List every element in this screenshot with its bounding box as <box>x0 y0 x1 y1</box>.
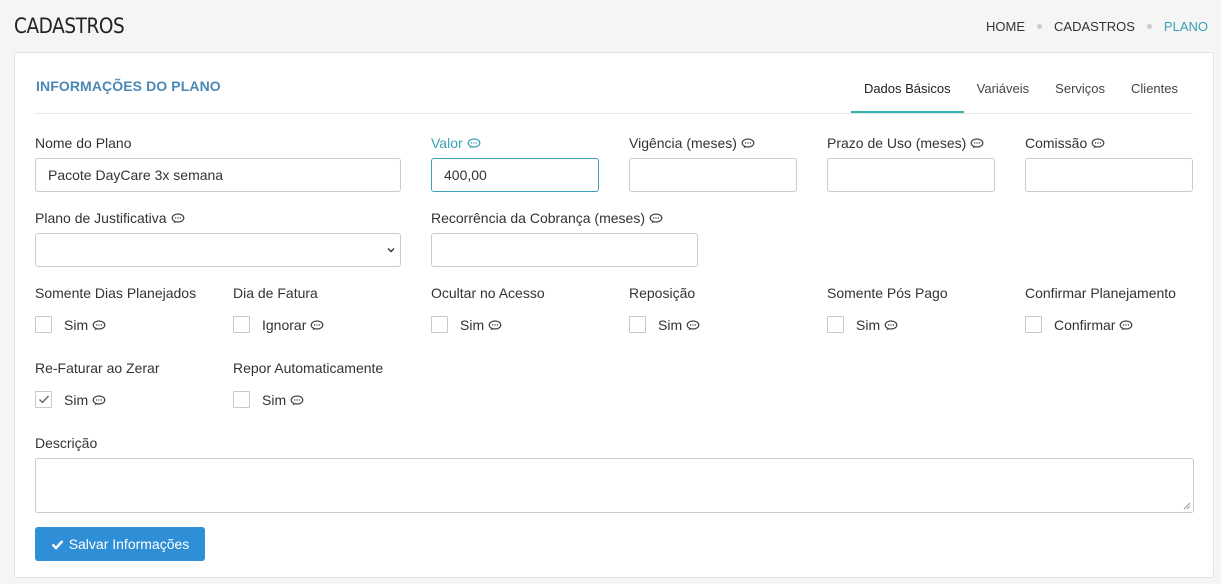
checkbox[interactable] <box>233 391 250 408</box>
checkgroup-label-text: Repor Automaticamente <box>233 360 384 376</box>
save-button[interactable]: Salvar Informações <box>35 527 205 561</box>
checkgroup-label: Somente Dias Planejados <box>35 285 196 301</box>
tab-servicos[interactable]: Serviços <box>1042 53 1118 114</box>
checkgroup-label: Reposição <box>629 285 695 301</box>
comment-icon[interactable] <box>1091 137 1105 149</box>
valor-input[interactable] <box>431 158 599 192</box>
checkbox-option-label[interactable]: Sim <box>856 317 898 333</box>
checkgroup-label-text: Reposição <box>629 285 696 301</box>
recorrencia-input[interactable] <box>431 233 698 267</box>
justificativa-select[interactable] <box>35 233 401 267</box>
recorrencia-label: Recorrência da Cobrança (meses) <box>431 210 663 226</box>
checkbox-option-text: Sim <box>64 317 89 333</box>
descricao-textarea[interactable] <box>35 458 1194 513</box>
vigencia-input[interactable] <box>629 158 797 192</box>
comissao-label: Comissão <box>1025 135 1105 151</box>
checkbox-option-label[interactable]: Sim <box>262 392 304 408</box>
resize-grip-icon[interactable] <box>1183 502 1191 510</box>
comment-icon[interactable] <box>741 137 755 149</box>
justificativa-label: Plano de Justificativa <box>35 210 185 226</box>
checkbox[interactable] <box>1025 316 1042 333</box>
valor-label-text: Valor <box>431 135 463 151</box>
checkgroup-label-text: Dia de Fatura <box>233 285 318 301</box>
checkbox[interactable] <box>233 316 250 333</box>
comment-icon[interactable] <box>1119 319 1133 331</box>
checkgroup-label: Somente Pós Pago <box>827 285 948 301</box>
comment-icon[interactable] <box>92 394 106 406</box>
page-title: CADASTROS <box>14 14 125 38</box>
checkbox-option-text: Sim <box>856 317 881 333</box>
comment-icon[interactable] <box>467 137 481 149</box>
breadcrumb: HOME CADASTROS PLANO <box>986 19 1208 34</box>
breadcrumb-separator <box>1037 24 1043 29</box>
prazo-label-text: Prazo de Uso (meses) <box>827 135 967 151</box>
tab-dados-basicos[interactable]: Dados Básicos <box>850 53 964 114</box>
checkgroup-label-text: Ocultar no Acesso <box>431 285 545 301</box>
descricao-label: Descrição <box>35 435 97 451</box>
comment-icon[interactable] <box>884 319 898 331</box>
tab-variaveis[interactable]: Variáveis <box>964 53 1043 114</box>
checkbox[interactable] <box>629 316 646 333</box>
prazo-label: Prazo de Uso (meses) <box>827 135 984 151</box>
checkbox[interactable] <box>35 316 52 333</box>
comment-icon[interactable] <box>970 137 984 149</box>
recorrencia-label-text: Recorrência da Cobrança (meses) <box>431 210 645 226</box>
comment-icon[interactable] <box>686 319 700 331</box>
comment-icon[interactable] <box>290 394 304 406</box>
plan-panel: INFORMAÇÕES DO PLANO Dados Básicos Variá… <box>14 52 1214 578</box>
tab-bar: Dados Básicos Variáveis Serviços Cliente… <box>850 53 1191 114</box>
nome-label: Nome do Plano <box>35 135 132 151</box>
checkbox-option-label[interactable]: Sim <box>64 392 106 408</box>
checkgroup-label-text: Re-Faturar ao Zerar <box>35 360 160 376</box>
checkbox-option-text: Sim <box>460 317 485 333</box>
nome-label-text: Nome do Plano <box>35 135 132 151</box>
comissao-input[interactable] <box>1025 158 1193 192</box>
checkbox-option-label[interactable]: Ignorar <box>262 317 324 333</box>
checkbox[interactable] <box>827 316 844 333</box>
breadcrumb-home[interactable]: HOME <box>986 19 1025 34</box>
comment-icon[interactable] <box>92 319 106 331</box>
breadcrumb-separator <box>1146 24 1152 29</box>
checkgroup-label-text: Confirmar Planejamento <box>1025 285 1176 301</box>
checkbox-option-text: Sim <box>64 392 89 408</box>
divider <box>35 113 1193 114</box>
valor-label: Valor <box>431 135 481 151</box>
checkbox-option-text: Ignorar <box>262 317 307 333</box>
panel-title: INFORMAÇÕES DO PLANO <box>36 78 221 94</box>
checkgroup-label: Re-Faturar ao Zerar <box>35 360 159 376</box>
checkbox-option-label[interactable]: Sim <box>460 317 502 333</box>
checkbox-option-text: Confirmar <box>1054 317 1116 333</box>
checkgroup-label: Ocultar no Acesso <box>431 285 545 301</box>
breadcrumb-plano: PLANO <box>1163 19 1208 34</box>
checkbox-option-text: Sim <box>658 317 683 333</box>
checkbox[interactable] <box>35 391 52 408</box>
comment-icon[interactable] <box>171 212 185 224</box>
checkgroup-label: Confirmar Planejamento <box>1025 285 1176 301</box>
checkbox-option-label[interactable]: Confirmar <box>1054 317 1133 333</box>
nome-plano-input[interactable] <box>35 158 401 192</box>
checkgroup-label: Dia de Fatura <box>233 285 318 301</box>
check-icon <box>39 395 50 404</box>
justificativa-label-text: Plano de Justificativa <box>35 210 167 226</box>
comment-icon[interactable] <box>310 319 324 331</box>
save-button-label: Salvar Informações <box>68 536 190 552</box>
vigencia-label-text: Vigência (meses) <box>629 135 737 151</box>
comment-icon[interactable] <box>488 319 502 331</box>
check-icon <box>51 539 64 550</box>
checkgroup-label: Repor Automaticamente <box>233 360 383 376</box>
tab-clientes[interactable]: Clientes <box>1118 53 1191 114</box>
comissao-label-text: Comissão <box>1025 135 1088 151</box>
breadcrumb-cadastros[interactable]: CADASTROS <box>1054 19 1135 34</box>
checkbox-option-label[interactable]: Sim <box>658 317 700 333</box>
vigencia-label: Vigência (meses) <box>629 135 755 151</box>
checkbox-option-text: Sim <box>262 392 287 408</box>
checkbox-option-label[interactable]: Sim <box>64 317 106 333</box>
checkbox[interactable] <box>431 316 448 333</box>
checkgroup-label-text: Somente Dias Planejados <box>35 285 197 301</box>
checkgroup-label-text: Somente Pós Pago <box>827 285 948 301</box>
comment-icon[interactable] <box>649 212 663 224</box>
prazo-input[interactable] <box>827 158 995 192</box>
descricao-label-text: Descrição <box>35 435 98 451</box>
